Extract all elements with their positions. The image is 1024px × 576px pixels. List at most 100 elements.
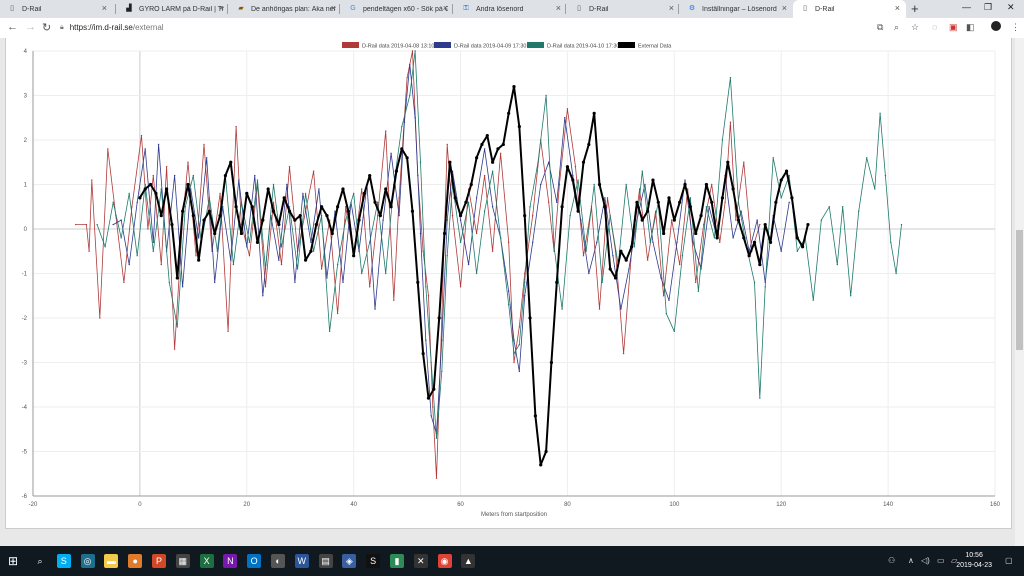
data-point xyxy=(574,166,577,168)
data-point xyxy=(529,206,531,208)
input-icon[interactable]: ▱ xyxy=(951,556,957,565)
app-icon[interactable]: ● xyxy=(128,554,143,568)
close-tab-icon[interactable]: × xyxy=(669,3,674,13)
chrome-icon[interactable]: ◉ xyxy=(437,554,452,568)
data-point xyxy=(326,277,328,279)
close-tab-icon[interactable]: × xyxy=(895,3,900,13)
data-point xyxy=(282,196,286,200)
tray-chevron-icon[interactable]: ∧ xyxy=(908,556,914,565)
new-tab-button[interactable]: + xyxy=(911,1,919,16)
extension-icon[interactable]: ◧ xyxy=(966,22,975,33)
close-tab-icon[interactable]: × xyxy=(443,3,448,13)
app-icon[interactable]: ◐ xyxy=(271,554,285,568)
data-point xyxy=(694,231,698,236)
windows-start-icon[interactable]: ⊞ xyxy=(8,554,18,568)
back-icon[interactable]: ← xyxy=(7,21,18,33)
search-icon[interactable]: ⌕ xyxy=(33,554,47,568)
tab-1[interactable]: ▯ D-Rail × xyxy=(0,0,113,18)
volume-icon[interactable]: ◁) xyxy=(921,556,930,565)
bookmark-star-icon[interactable]: ☆ xyxy=(911,22,919,33)
data-point xyxy=(181,209,185,213)
app-icon[interactable]: ✕ xyxy=(413,554,428,568)
data-point xyxy=(788,201,790,203)
data-point xyxy=(314,222,318,227)
reload-icon[interactable]: ↻ xyxy=(42,21,51,34)
address-bar[interactable]: 🔒︎ https://im.d-rail.se/external xyxy=(60,20,866,35)
onenote-icon[interactable]: N xyxy=(223,554,238,568)
bookmark-icon: ▰ xyxy=(238,5,244,12)
app-icon[interactable]: S xyxy=(366,554,381,568)
data-point xyxy=(597,182,602,187)
extension-icon[interactable]: ▣ xyxy=(949,22,958,33)
calculator-icon[interactable]: ▤ xyxy=(318,554,333,568)
data-point xyxy=(788,174,790,177)
close-tab-icon[interactable]: × xyxy=(556,3,561,13)
tab-6[interactable]: ▯ D-Rail × xyxy=(567,0,680,18)
zoom-icon[interactable]: ⌕ xyxy=(894,22,899,33)
translate-icon[interactable]: ⧉ xyxy=(877,22,883,33)
avatar[interactable] xyxy=(991,21,1001,31)
data-point xyxy=(88,250,90,252)
data-point xyxy=(523,281,526,284)
minimize-icon[interactable]: — xyxy=(962,2,971,12)
photos-icon[interactable]: ▲ xyxy=(461,554,476,568)
vertical-scrollbar[interactable] xyxy=(1015,38,1024,546)
notification-icon[interactable]: ▢ xyxy=(1005,556,1013,565)
data-point xyxy=(320,205,324,209)
data-point xyxy=(759,223,761,226)
data-point xyxy=(469,182,473,187)
data-point xyxy=(593,183,595,186)
data-point xyxy=(672,218,676,222)
network-icon[interactable]: ▭ xyxy=(937,556,945,565)
x-tick-label: 160 xyxy=(990,502,1001,508)
app-icon[interactable]: ◎ xyxy=(80,554,95,568)
data-point xyxy=(398,214,400,217)
data-point xyxy=(173,174,176,177)
data-point xyxy=(165,166,168,168)
data-point xyxy=(499,152,502,155)
data-point xyxy=(879,112,881,115)
excel-icon[interactable]: X xyxy=(199,554,214,568)
tab-4[interactable]: Gpendeltågen x60 - Sök på G × xyxy=(341,0,454,18)
maximize-icon[interactable]: ❐ xyxy=(984,2,992,13)
data-point xyxy=(580,219,582,221)
extension-icon[interactable]: ◌ xyxy=(932,22,937,32)
app-icon[interactable]: ◈ xyxy=(342,554,357,568)
data-point xyxy=(740,210,742,212)
tab-7[interactable]: ⚙ Inställningar – Lösenord × xyxy=(680,0,793,18)
data-point xyxy=(154,191,158,195)
data-point xyxy=(303,258,308,262)
word-icon[interactable]: W xyxy=(294,554,309,568)
close-tab-icon[interactable]: × xyxy=(331,3,336,13)
close-window-icon[interactable]: ✕ xyxy=(1007,2,1015,13)
clock[interactable]: 10:56 2019-04-23 xyxy=(956,551,992,571)
data-point xyxy=(820,219,823,221)
app-icon[interactable]: ▦ xyxy=(175,554,190,568)
close-tab-icon[interactable]: × xyxy=(102,3,107,13)
app-icon[interactable]: ▮ xyxy=(390,554,404,568)
data-point xyxy=(75,223,77,226)
tab-5[interactable]: ⚿ Ändra lösenord × xyxy=(454,0,567,18)
data-point xyxy=(107,148,109,150)
data-point xyxy=(272,183,275,186)
legend-label: D-Rail data 2019-04-09 17:30 xyxy=(454,44,526,50)
data-point xyxy=(556,201,558,203)
menu-icon[interactable]: ⋮ xyxy=(1011,22,1020,33)
tab-8[interactable]: ▯ D-Rail × xyxy=(793,0,906,18)
tab-2[interactable]: ▟ GYRO LARM på D-Rail | Tre × xyxy=(117,0,230,18)
close-tab-icon[interactable]: × xyxy=(219,3,224,13)
skype-icon[interactable]: S xyxy=(56,554,71,568)
data-point xyxy=(294,281,296,284)
outlook-icon[interactable]: O xyxy=(247,554,262,568)
data-point xyxy=(726,160,730,164)
data-point xyxy=(474,156,479,160)
close-tab-icon[interactable]: × xyxy=(782,3,787,13)
data-point xyxy=(553,246,555,248)
tab-3[interactable]: ▰ De anhörigas plan: Åka ner × xyxy=(229,0,342,18)
url-path: /external xyxy=(132,23,164,32)
scrollbar-thumb[interactable] xyxy=(1016,230,1023,350)
folder-icon[interactable]: ▬ xyxy=(104,554,119,568)
powerpoint-icon[interactable]: P xyxy=(152,554,166,568)
people-icon[interactable]: ⚇ xyxy=(888,556,895,565)
forward-icon[interactable]: → xyxy=(25,21,36,33)
